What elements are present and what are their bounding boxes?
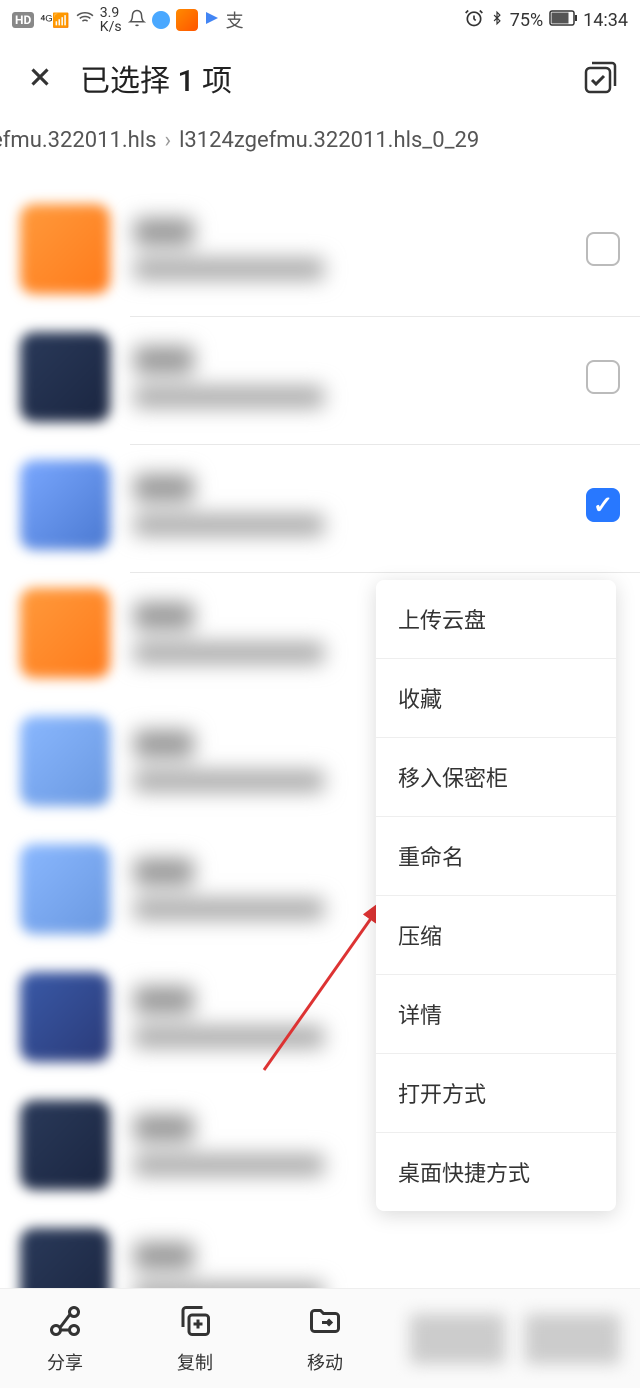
menu-item[interactable]: 详情	[376, 975, 616, 1054]
file-thumbnail	[20, 844, 110, 934]
close-button[interactable]	[20, 55, 60, 102]
battery-icon	[549, 10, 577, 31]
status-time: 14:34	[583, 10, 628, 31]
share-icon	[47, 1303, 83, 1343]
file-item[interactable]	[20, 185, 620, 313]
menu-item[interactable]: 桌面快捷方式	[376, 1133, 616, 1211]
copy-icon	[177, 1303, 213, 1343]
notification-bell-icon	[128, 9, 146, 32]
page-title: 已选择 1 项	[80, 56, 560, 100]
app-icon	[152, 11, 170, 29]
file-item[interactable]	[20, 441, 620, 569]
file-thumbnail	[20, 716, 110, 806]
breadcrumb-item[interactable]: zgefmu.322011.hls	[0, 128, 164, 153]
network-speed: 3.9K/s	[100, 6, 122, 34]
app-icon-2	[176, 9, 198, 31]
bottom-action-bar: 分享 复制 移动	[0, 1288, 640, 1388]
file-thumbnail	[20, 1100, 110, 1190]
move-button[interactable]: 移动	[260, 1303, 390, 1375]
breadcrumb-item[interactable]: l3124zgefmu.322011.hls_0_29	[171, 128, 487, 153]
menu-item[interactable]: 移入保密柜	[376, 738, 616, 817]
file-thumbnail	[20, 204, 110, 294]
move-icon	[307, 1303, 343, 1343]
select-all-button[interactable]	[580, 58, 620, 98]
hd-icon: HD	[12, 12, 34, 28]
button-label: 复制	[177, 1349, 213, 1375]
file-thumbnail	[20, 332, 110, 422]
battery-percent: 75%	[510, 10, 543, 31]
file-checkbox[interactable]	[586, 232, 620, 266]
play-icon	[204, 10, 220, 31]
file-checkbox[interactable]	[586, 360, 620, 394]
menu-item[interactable]: 压缩	[376, 896, 616, 975]
menu-item[interactable]: 上传云盘	[376, 580, 616, 659]
alarm-icon	[464, 8, 484, 33]
file-info	[134, 474, 586, 536]
alipay-icon: 支	[226, 7, 244, 33]
context-menu: 上传云盘收藏移入保密柜重命名压缩详情打开方式桌面快捷方式	[376, 580, 616, 1211]
file-thumbnail	[20, 972, 110, 1062]
status-bar: HD ⁴ᴳ📶 3.9K/s 支 75% 14:34	[0, 0, 640, 40]
file-thumbnail	[20, 460, 110, 550]
file-checkbox[interactable]	[586, 488, 620, 522]
chevron-right-icon: ›	[164, 128, 171, 153]
wifi-icon	[76, 9, 94, 32]
button-label: 分享	[47, 1349, 83, 1375]
file-thumbnail	[20, 588, 110, 678]
signal-icon: ⁴ᴳ📶	[40, 12, 70, 29]
file-info	[134, 218, 586, 280]
button-label: 移动	[307, 1349, 343, 1375]
bluetooth-icon	[490, 8, 504, 33]
menu-item[interactable]: 打开方式	[376, 1054, 616, 1133]
breadcrumb: zgefmu.322011.hls › l3124zgefmu.322011.h…	[0, 116, 640, 165]
file-info	[134, 346, 586, 408]
share-button[interactable]: 分享	[0, 1303, 130, 1375]
menu-item[interactable]: 重命名	[376, 817, 616, 896]
copy-button[interactable]: 复制	[130, 1303, 260, 1375]
file-item[interactable]	[20, 313, 620, 441]
bottom-blur-area	[390, 1314, 640, 1364]
selection-header: 已选择 1 项	[0, 40, 640, 116]
menu-item[interactable]: 收藏	[376, 659, 616, 738]
